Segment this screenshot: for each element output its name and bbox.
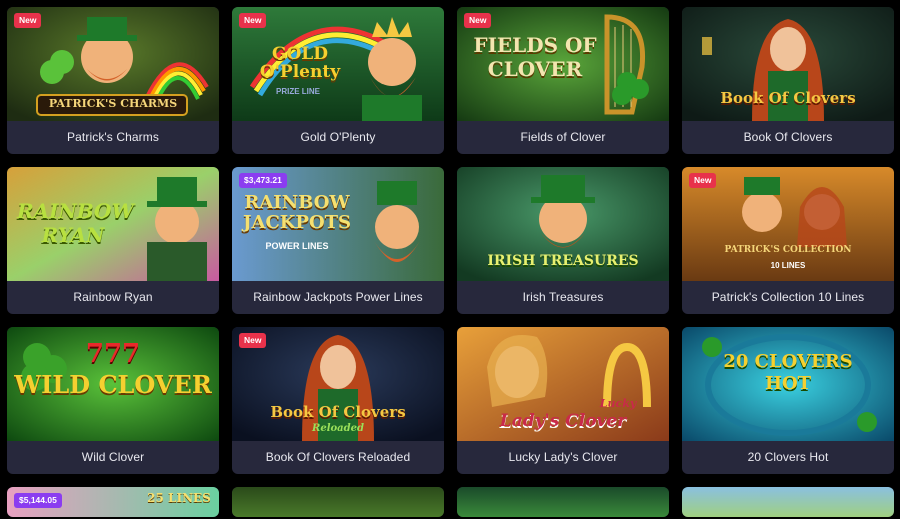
- ten-lines-text: 10 LINES: [770, 261, 806, 270]
- game-card-20-clovers-hot[interactable]: 20 CLOVERS HOT 20 Clovers Hot: [682, 327, 894, 474]
- jackpot-badge: $5,144.05: [14, 493, 62, 508]
- game-title[interactable]: Patrick's Collection 10 Lines: [682, 281, 894, 314]
- game-title[interactable]: Book Of Clovers: [682, 121, 894, 154]
- game-card-patricks-collection[interactable]: New PATRICK'S COLLECTION 10 LINES Patric…: [682, 167, 894, 314]
- game-logo: FIELDS OF CLOVER: [473, 33, 597, 81]
- game-card-rainbow-ryan[interactable]: RAINBOW RYAN Rainbow Ryan: [7, 167, 219, 314]
- game-logo: WILD CLOVER: [14, 370, 212, 399]
- game-thumbnail[interactable]: New FIELDS OF CLOVER: [457, 7, 669, 121]
- game-thumbnail[interactable]: New Book Of Clovers Reloaded: [232, 327, 444, 441]
- game-title[interactable]: 20 Clovers Hot: [682, 441, 894, 474]
- game-logo: Book Of Clovers: [270, 403, 406, 421]
- game-card-partial-3[interactable]: [457, 487, 669, 517]
- game-thumbnail[interactable]: 777 WILD CLOVER: [7, 327, 219, 441]
- reloaded-text: Reloaded: [312, 423, 364, 434]
- game-card-irish-treasures[interactable]: IRISH TREASURES Irish Treasures: [457, 167, 669, 314]
- game-logo: Lady's Clover: [499, 411, 627, 431]
- game-thumbnail[interactable]: New PATRICK'S CHARMS: [7, 7, 219, 121]
- game-title[interactable]: Wild Clover: [7, 441, 219, 474]
- prize-line-text: PRIZE LINE: [275, 87, 320, 96]
- game-logo: RAINBOW RYAN: [17, 199, 134, 247]
- lucky-text: Lucky: [599, 397, 637, 410]
- game-card-lucky-ladys-clover[interactable]: Lady's Clover Lucky Lucky Lady's Clover: [457, 327, 669, 474]
- game-card-patricks-charms[interactable]: New PATRICK'S CHARMS Patrick's Charms: [7, 7, 219, 154]
- game-logo: PATRICK'S CHARMS: [48, 97, 178, 110]
- game-card-partial-1[interactable]: $5,144.05 25 LINES: [7, 487, 219, 517]
- game-title[interactable]: Patrick's Charms: [7, 121, 219, 154]
- game-thumbnail[interactable]: IRISH TREASURES: [457, 167, 669, 281]
- game-thumbnail[interactable]: [232, 487, 444, 517]
- new-badge: New: [464, 13, 492, 28]
- game-title[interactable]: Rainbow Jackpots Power Lines: [232, 281, 444, 314]
- game-title[interactable]: Fields of Clover: [457, 121, 669, 154]
- game-card-partial-2[interactable]: [232, 487, 444, 517]
- game-thumbnail[interactable]: $5,144.05 25 LINES: [7, 487, 219, 517]
- game-thumbnail[interactable]: Lady's Clover Lucky: [457, 327, 669, 441]
- game-thumbnail[interactable]: New PATRICK'S COLLECTION 10 LINES: [682, 167, 894, 281]
- game-card-rainbow-jackpots[interactable]: $3,473.21 RAINBOW JACKPOTS POWER LINES R…: [232, 167, 444, 314]
- game-logo: PATRICK'S COLLECTION: [724, 245, 852, 255]
- game-card-partial-4[interactable]: [682, 487, 894, 517]
- game-logo: 20 CLOVERS HOT: [723, 351, 853, 394]
- game-title[interactable]: Lucky Lady's Clover: [457, 441, 669, 474]
- game-thumbnail[interactable]: Book Of Clovers: [682, 7, 894, 121]
- game-thumbnail[interactable]: RAINBOW RYAN: [7, 167, 219, 281]
- new-badge: New: [689, 173, 717, 188]
- game-title[interactable]: Book Of Clovers Reloaded: [232, 441, 444, 474]
- game-card-fields-of-clover[interactable]: New FIELDS OF CLOVER Fields of Clover: [457, 7, 669, 154]
- game-title[interactable]: Irish Treasures: [457, 281, 669, 314]
- game-thumbnail[interactable]: New GOLD O'Plenty PRIZE LINE: [232, 7, 444, 121]
- game-card-book-of-clovers[interactable]: Book Of Clovers Book Of Clovers: [682, 7, 894, 154]
- new-badge: New: [239, 333, 267, 348]
- game-card-book-of-clovers-reloaded[interactable]: New Book Of Clovers Reloaded Book Of Clo…: [232, 327, 444, 474]
- game-card-wild-clover[interactable]: 777 WILD CLOVER Wild Clover: [7, 327, 219, 474]
- game-logo: Book Of Clovers: [720, 89, 856, 107]
- game-card-gold-oplenty[interactable]: New GOLD O'Plenty PRIZE LINE Gold O'Plen…: [232, 7, 444, 154]
- sevens-text: 777: [85, 339, 141, 369]
- power-lines-text: POWER LINES: [265, 241, 329, 251]
- game-thumbnail[interactable]: [682, 487, 894, 517]
- game-logo: GOLD O'Plenty: [259, 44, 341, 82]
- game-grid: New PATRICK'S CHARMS Patrick's Charms Ne…: [7, 7, 894, 517]
- game-logo: IRISH TREASURES: [487, 253, 639, 269]
- game-thumbnail[interactable]: 20 CLOVERS HOT: [682, 327, 894, 441]
- game-thumbnail[interactable]: $3,473.21 RAINBOW JACKPOTS POWER LINES: [232, 167, 444, 281]
- game-title[interactable]: Rainbow Ryan: [7, 281, 219, 314]
- new-badge: New: [239, 13, 267, 28]
- game-thumbnail[interactable]: [457, 487, 669, 517]
- jackpot-badge: $3,473.21: [239, 173, 287, 188]
- new-badge: New: [14, 13, 42, 28]
- game-logo: 25 LINES: [147, 491, 211, 505]
- game-logo: RAINBOW JACKPOTS: [242, 192, 352, 233]
- game-title[interactable]: Gold O'Plenty: [232, 121, 444, 154]
